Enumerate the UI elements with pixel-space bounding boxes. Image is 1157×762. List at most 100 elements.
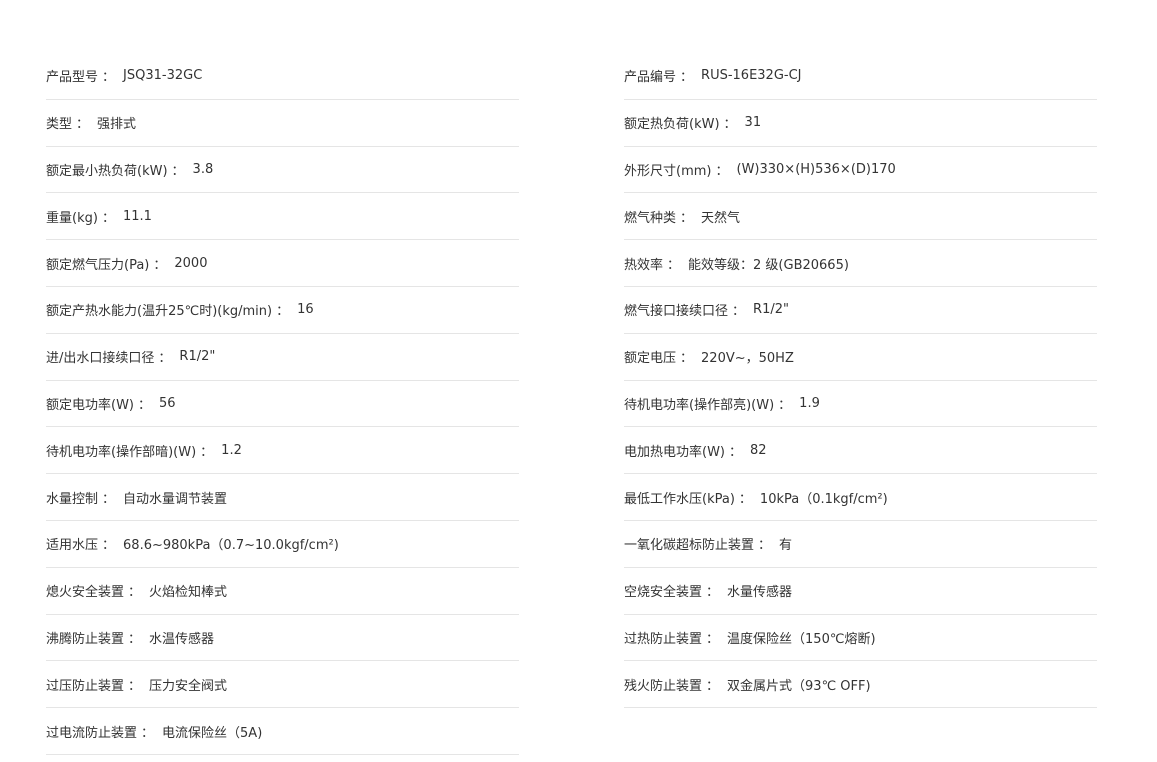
spec-separator: ： xyxy=(680,210,694,226)
spec-value: 3.8 xyxy=(192,161,214,177)
spec-label: 产品型号 xyxy=(46,70,99,86)
spec-row-electric-heating-power: 电加热电功率(W) ： 82 xyxy=(624,427,1097,475)
spec-row-water-pressure: 适用水压 ： 68.6~980kPa（0.7~10.0kgf/cm²) xyxy=(46,521,519,568)
spec-separator: ： xyxy=(680,351,694,367)
spec-label: 热效率 xyxy=(624,257,664,273)
spec-separator: ： xyxy=(778,397,792,413)
spec-row-dimensions: 外形尺寸(mm) ： (W)330×(H)536×(D)170 xyxy=(624,147,1097,194)
spec-row-model-number: 产品型号 ： JSQ31-32GC xyxy=(46,53,519,100)
spec-value: R1/2" xyxy=(753,302,789,318)
spec-row-flameout-safety: 熄火安全装置 ： 火焰检知棒式 xyxy=(46,568,519,615)
spec-separator: ： xyxy=(706,678,720,694)
spec-row-gas-connection: 燃气接口接续口径 ： R1/2" xyxy=(624,287,1097,334)
spec-label: 燃气接口接续口径 xyxy=(624,304,729,320)
spec-row-boil-prevention: 沸腾防止装置 ： 水温传感器 xyxy=(46,615,519,662)
spec-separator: ： xyxy=(729,444,743,460)
spec-value: R1/2" xyxy=(179,349,216,365)
spec-label: 额定产热水能力(温升25℃时)(kg/min) xyxy=(46,304,273,320)
spec-separator: ： xyxy=(723,117,737,133)
spec-value: 1.2 xyxy=(221,442,242,458)
spec-row-water-control: 水量控制 ： 自动水量调节装置 xyxy=(46,474,519,521)
spec-row-product-code: 产品编号 ： RUS-16E32G-CJ xyxy=(624,53,1097,100)
spec-value: 电流保险丝（5A) xyxy=(162,725,263,741)
spec-label: 最低工作水压(kPa) xyxy=(624,491,735,507)
spec-row-dry-burn-safety: 空烧安全装置 ： 水量传感器 xyxy=(624,568,1097,615)
spec-label: 沸腾防止装置 xyxy=(46,631,125,647)
spec-separator: ： xyxy=(153,257,167,273)
spec-value: (W)330×(H)536×(D)170 xyxy=(736,161,896,177)
spec-value: 1.9 xyxy=(799,395,820,411)
spec-value: 有 xyxy=(779,538,793,554)
spec-label: 产品编号 xyxy=(624,70,677,86)
spec-label: 空烧安全装置 xyxy=(624,585,703,601)
spec-value: 强排式 xyxy=(97,117,137,133)
spec-separator: ： xyxy=(732,304,746,320)
spec-row-hot-water-capacity: 额定产热水能力(温升25℃时)(kg/min) ： 16 xyxy=(46,287,519,334)
spec-row-rated-power: 额定电功率(W) ： 56 xyxy=(46,381,519,428)
spec-value: 82 xyxy=(750,442,767,458)
spec-label: 额定电功率(W) xyxy=(46,397,134,413)
spec-row-standby-power-bright: 待机电功率(操作部亮)(W) ： 1.9 xyxy=(624,381,1097,428)
spec-separator: ： xyxy=(706,631,720,647)
spec-value: 天然气 xyxy=(701,210,741,226)
spec-value: 2000 xyxy=(174,255,208,271)
spec-separator: ： xyxy=(141,725,155,741)
spec-row-thermal-efficiency: 热效率 ： 能效等级：2 级(GB20665) xyxy=(624,240,1097,287)
spec-separator: ： xyxy=(101,210,115,226)
spec-row-residual-fire-prevention: 残火防止装置 ： 双金属片式（93℃ OFF) xyxy=(624,661,1097,709)
spec-row-overcurrent-prevention: 过电流防止装置 ： 电流保险丝（5A) xyxy=(46,708,519,755)
spec-label: 外形尺寸(mm) xyxy=(624,163,712,179)
spec-separator: ： xyxy=(715,163,729,179)
spec-value: JSQ31-32GC xyxy=(123,68,203,84)
spec-row-rated-heat-load: 额定热负荷(kW) ： 31 xyxy=(624,100,1097,147)
spec-label: 额定电压 xyxy=(624,351,677,367)
spec-row-type: 类型 ： 强排式 xyxy=(46,100,519,147)
spec-label: 过电流防止装置 xyxy=(46,725,138,741)
spec-separator: ： xyxy=(171,163,185,179)
spec-label: 熄火安全装置 xyxy=(46,585,125,601)
spec-value: 水量传感器 xyxy=(727,585,793,601)
spec-separator: ： xyxy=(276,304,290,320)
spec-separator: ： xyxy=(128,585,142,601)
spec-value: 31 xyxy=(744,115,762,131)
spec-separator: ： xyxy=(128,631,142,647)
spec-label: 重量(kg) xyxy=(46,210,98,226)
spec-separator: ： xyxy=(758,538,772,554)
spec-row-overpressure-prevention: 过压防止装置 ： 压力安全阀式 xyxy=(46,661,519,709)
spec-label: 适用水压 xyxy=(46,538,99,554)
spec-separator: ： xyxy=(102,491,116,507)
spec-value: 自动水量调节装置 xyxy=(123,491,228,507)
spec-label: 燃气种类 xyxy=(624,210,677,226)
spec-label: 残火防止装置 xyxy=(624,678,703,694)
spec-list-left: 产品型号 ： JSQ31-32GC 类型 ： 强排式 额定最小热负荷(kW) ：… xyxy=(46,53,519,755)
spec-label: 过压防止装置 xyxy=(46,678,125,694)
spec-value: RUS-16E32G-CJ xyxy=(701,68,802,84)
spec-label: 额定热负荷(kW) xyxy=(624,117,720,133)
spec-value: 11.1 xyxy=(122,208,152,224)
spec-label: 电加热电功率(W) xyxy=(624,444,725,460)
spec-row-gas-pressure: 额定燃气压力(Pa) ： 2000 xyxy=(46,240,519,287)
spec-label: 待机电功率(操作部亮)(W) xyxy=(624,397,775,413)
spec-value: 220V~，50HZ xyxy=(701,351,794,367)
spec-separator: ： xyxy=(76,117,90,133)
spec-label: 一氧化碳超标防止装置 xyxy=(624,538,755,554)
spec-list-right: 产品编号 ： RUS-16E32G-CJ 额定热负荷(kW) ： 31 外形尺寸… xyxy=(624,53,1097,709)
spec-label: 进/出水口接续口径 xyxy=(46,351,155,367)
spec-label: 待机电功率(操作部暗)(W) xyxy=(46,444,197,460)
spec-value: 能效等级：2 级(GB20665) xyxy=(688,257,849,273)
spec-row-min-water-pressure: 最低工作水压(kPa) ： 10kPa（0.1kgf/cm²) xyxy=(624,474,1097,521)
spec-row-weight: 重量(kg) ： 11.1 xyxy=(46,193,519,241)
spec-value: 温度保险丝（150℃熔断) xyxy=(727,631,876,647)
spec-separator: ： xyxy=(128,678,142,694)
spec-value: 火焰检知棒式 xyxy=(149,585,228,601)
spec-value: 水温传感器 xyxy=(149,631,215,647)
spec-row-rated-voltage: 额定电压 ： 220V~，50HZ xyxy=(624,334,1097,381)
spec-separator: ： xyxy=(706,585,720,601)
spec-row-gas-type: 燃气种类 ： 天然气 xyxy=(624,193,1097,241)
spec-value: 10kPa（0.1kgf/cm²) xyxy=(759,491,888,507)
spec-separator: ： xyxy=(102,70,116,86)
spec-separator: ： xyxy=(102,538,116,554)
spec-label: 过热防止装置 xyxy=(624,631,703,647)
spec-separator: ： xyxy=(667,257,681,273)
spec-value: 双金属片式（93℃ OFF) xyxy=(727,678,871,694)
